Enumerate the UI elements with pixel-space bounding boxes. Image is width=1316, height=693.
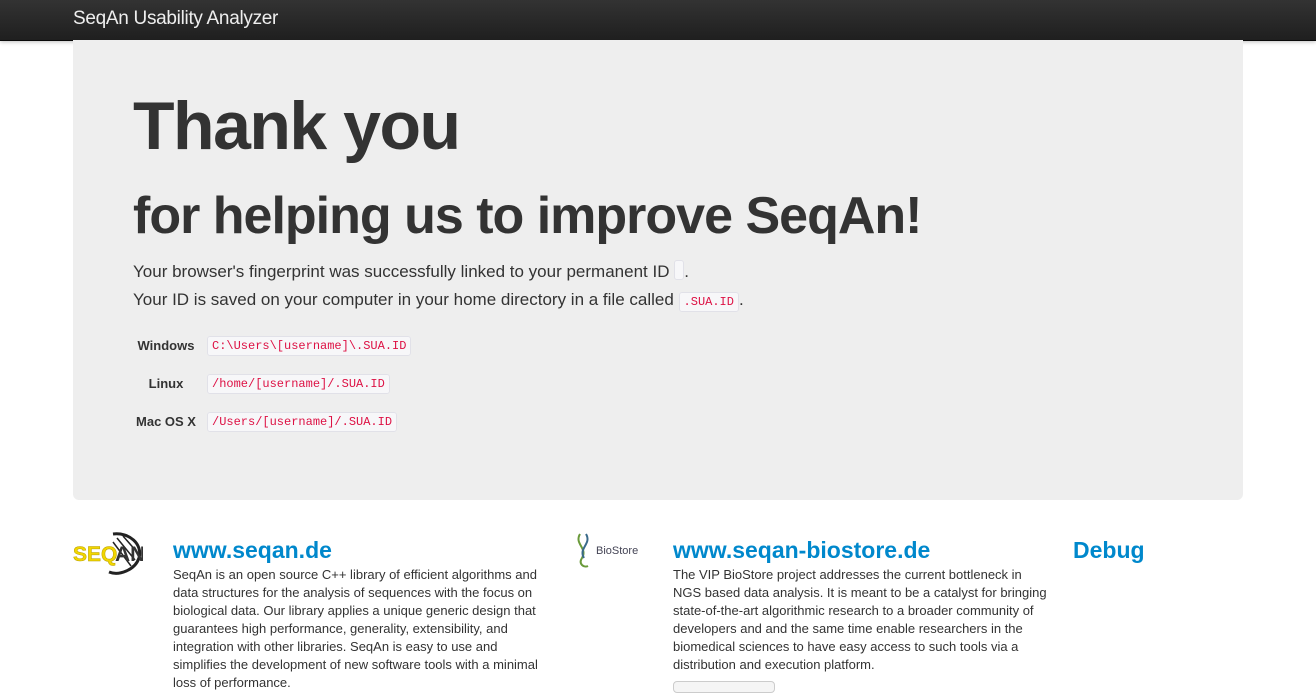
svg-text:SEQ: SEQ — [73, 543, 117, 566]
top-navbar: SeqAn Usability Analyzer — [0, 0, 1316, 41]
permanent-id-code — [674, 260, 685, 280]
os-row-macos: Mac OS X /Users/[username]/.SUA.ID — [129, 402, 415, 440]
debug-heading[interactable]: Debug — [1073, 536, 1145, 564]
os-row-linux: Linux /home/[username]/.SUA.ID — [129, 364, 415, 402]
id-location-text: Your ID is saved on your computer in you… — [133, 290, 674, 309]
biostore-link[interactable]: www.seqan-biostore.de — [673, 536, 930, 564]
id-filename-code: .SUA.ID — [678, 292, 739, 312]
path-linux: /home/[username]/.SUA.ID — [207, 374, 390, 394]
biostore-description: The VIP BioStore project addresses the c… — [673, 567, 1047, 672]
path-macos: /Users/[username]/.SUA.ID — [207, 412, 398, 432]
seqan-link[interactable]: www.seqan.de — [173, 536, 332, 564]
page-subtitle: for helping us to improve SeqAn! — [133, 187, 922, 245]
path-windows: C:\Users\[username]\.SUA.ID — [207, 336, 412, 356]
fingerprint-text: Your browser's fingerprint was successfu… — [133, 262, 670, 281]
svg-text:AN: AN — [115, 543, 143, 566]
id-location-period: . — [738, 290, 744, 309]
seqan-description: SeqAn is an open source C++ library of e… — [173, 567, 538, 690]
brand-link[interactable]: SeqAn Usability Analyzer — [73, 8, 278, 30]
fingerprint-period: . — [684, 262, 689, 281]
seqan-logo-icon[interactable]: SEQ AN — [73, 530, 143, 576]
biostore-logo-text: BioStore — [596, 545, 638, 557]
os-label-linux: Linux — [148, 375, 184, 391]
os-label-macos: Mac OS X — [136, 413, 196, 429]
biostore-button[interactable] — [673, 681, 775, 693]
id-location-message: Your ID is saved on your computer in you… — [133, 290, 744, 312]
os-row-windows: Windows C:\Users\[username]\.SUA.ID — [129, 326, 415, 364]
hero-unit: Thank you for helping us to improve SeqA… — [73, 40, 1243, 500]
biostore-logo-icon[interactable]: BioStore — [572, 530, 648, 570]
os-path-table: Windows C:\Users\[username]\.SUA.ID Linu… — [129, 326, 415, 440]
page-title: Thank you — [133, 88, 461, 164]
os-label-windows: Windows — [137, 337, 195, 353]
fingerprint-message: Your browser's fingerprint was successfu… — [133, 260, 689, 282]
